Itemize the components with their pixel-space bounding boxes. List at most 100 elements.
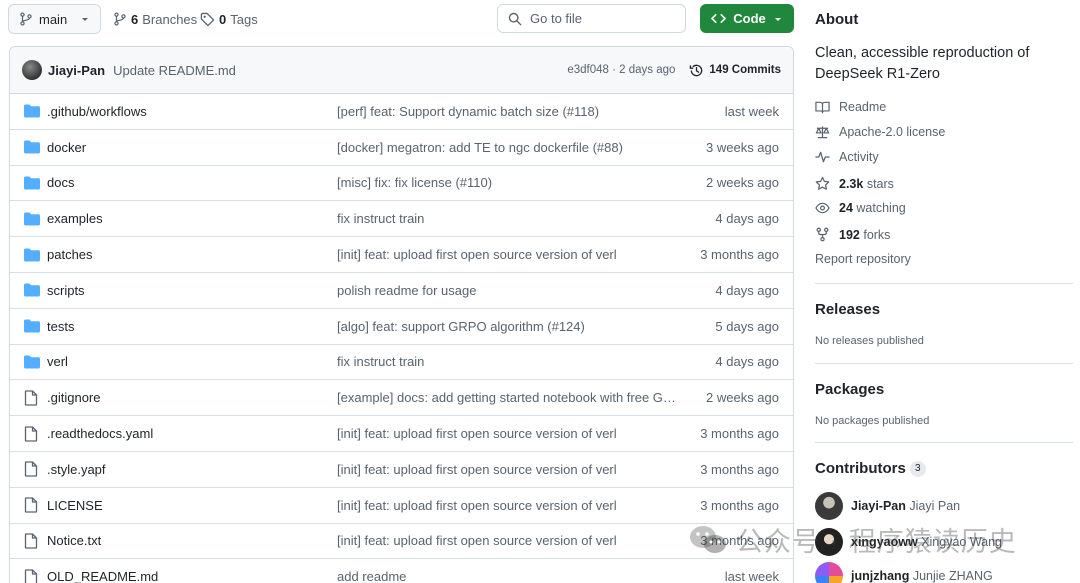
divider: [815, 283, 1073, 284]
file-commit-message-link[interactable]: [init] feat: upload first open source ve…: [337, 426, 677, 441]
stars-link[interactable]: 2.3k stars: [815, 176, 894, 191]
releases-heading[interactable]: Releases: [815, 301, 880, 318]
file-row[interactable]: tests [algo] feat: support GRPO algorithm…: [10, 309, 793, 345]
contributor-item[interactable]: Jiayi-Pan Jiayi Pan: [815, 492, 960, 520]
avatar[interactable]: [22, 60, 42, 80]
file-commit-message-link[interactable]: polish readme for usage: [337, 283, 677, 298]
forks-count: 192: [839, 227, 860, 242]
file-commit-date: 4 days ago: [715, 354, 779, 370]
caret-down-icon: [80, 14, 90, 24]
file-commit-message-link[interactable]: [algo] feat: support GRPO algorithm (#12…: [337, 319, 677, 334]
file-name-link[interactable]: examples: [47, 211, 103, 226]
file-icon: [24, 569, 38, 583]
avatar: [815, 492, 843, 520]
contributor-login: junjzhang: [851, 569, 910, 583]
repo-forked-icon: [815, 227, 830, 242]
file-name-link[interactable]: docs: [47, 175, 74, 190]
file-commit-message-link[interactable]: [init] feat: upload first open source ve…: [337, 498, 677, 513]
file-name-link[interactable]: scripts: [47, 283, 85, 298]
file-icon: [24, 497, 38, 513]
file-commit-message-link[interactable]: [perf] feat: Support dynamic batch size …: [337, 104, 677, 119]
file-commit-date: 3 months ago: [700, 497, 779, 513]
file-icon: [24, 390, 38, 406]
file-name-link[interactable]: .readthedocs.yaml: [47, 426, 153, 441]
forks-link[interactable]: 192 forks: [815, 227, 890, 242]
file-commit-message-link[interactable]: add readme: [337, 569, 677, 583]
file-row[interactable]: .github/workflows [perf] feat: Support dy…: [10, 94, 793, 130]
file-name-link[interactable]: patches: [47, 247, 93, 262]
file-name-link[interactable]: OLD_README.md: [47, 569, 158, 583]
folder-icon: [24, 176, 40, 190]
commit-sha-age[interactable]: e3df048 · 2 days ago: [567, 64, 675, 76]
file-commit-message-link[interactable]: [init] feat: upload first open source ve…: [337, 247, 677, 262]
avatar: [815, 528, 843, 556]
file-name-link[interactable]: tests: [47, 319, 74, 334]
about-heading: About: [815, 11, 859, 28]
file-row[interactable]: verl fix instruct train 4 days ago: [10, 345, 793, 381]
branches-link[interactable]: 6 Branches: [113, 4, 197, 34]
contributor-item[interactable]: junjzhang Junjie ZHANG: [815, 562, 993, 583]
file-name-link[interactable]: docker: [47, 140, 86, 155]
branch-select-button[interactable]: main: [8, 4, 101, 34]
folder-icon: [24, 283, 40, 297]
file-name-link[interactable]: .gitignore: [47, 390, 100, 405]
pulse-icon: [815, 150, 830, 164]
file-row[interactable]: LICENSE [init] feat: upload first open so…: [10, 488, 793, 524]
tags-count: 0: [219, 11, 227, 27]
file-commit-message-link[interactable]: [example] docs: add getting started note…: [337, 390, 677, 405]
file-commit-date: 4 days ago: [715, 282, 779, 298]
file-name-link[interactable]: verl: [47, 354, 68, 369]
report-repository-link[interactable]: Report repository: [815, 252, 911, 266]
star-icon: [815, 176, 830, 191]
repo-sidebar: About Clean, accessible reproduction of …: [815, 0, 1075, 583]
file-commit-message-link[interactable]: fix instruct train: [337, 354, 677, 369]
file-commit-date: last week: [724, 103, 779, 119]
watching-link[interactable]: 24 watching: [815, 201, 906, 215]
law-scale-icon: [815, 125, 830, 139]
branches-count: 6: [131, 11, 139, 27]
divider: [815, 363, 1073, 364]
file-row[interactable]: scripts polish readme for usage 4 days ago: [10, 273, 793, 309]
contributors-count-badge: 3: [909, 460, 926, 477]
commits-history-link[interactable]: 149 Commits: [689, 63, 781, 78]
file-row[interactable]: Notice.txt [init] feat: upload first open…: [10, 524, 793, 560]
file-row[interactable]: OLD_README.md add readme last week: [10, 559, 793, 583]
file-name-link[interactable]: Notice.txt: [47, 533, 101, 548]
file-name-link[interactable]: LICENSE: [47, 498, 103, 513]
file-name-link[interactable]: .style.yapf: [47, 462, 106, 477]
file-name-link[interactable]: .github/workflows: [47, 104, 147, 119]
report-repository-label: Report repository: [815, 252, 911, 266]
avatar: [815, 562, 843, 583]
file-commit-message-link[interactable]: [init] feat: upload first open source ve…: [337, 462, 677, 477]
file-row[interactable]: docker [docker] megatron: add TE to ngc d…: [10, 130, 793, 166]
tags-link[interactable]: 0 Tags: [200, 4, 258, 34]
releases-empty-text: No releases published: [815, 335, 924, 347]
file-row[interactable]: examples fix instruct train 4 days ago: [10, 201, 793, 238]
file-row[interactable]: patches [init] feat: upload first open so…: [10, 237, 793, 273]
license-label: Apache-2.0 license: [839, 125, 946, 139]
file-commit-date: 5 days ago: [715, 318, 779, 334]
license-link[interactable]: Apache-2.0 license: [815, 125, 945, 139]
file-commit-message-link[interactable]: [misc] fix: fix license (#110): [337, 175, 677, 190]
file-row[interactable]: .gitignore [example] docs: add getting st…: [10, 380, 793, 417]
file-row[interactable]: .style.yapf [init] feat: upload first ope…: [10, 452, 793, 488]
branch-name: main: [39, 11, 68, 27]
go-to-file-input[interactable]: Go to file: [497, 4, 686, 33]
code-button[interactable]: Code: [700, 4, 794, 33]
folder-icon: [24, 212, 40, 226]
file-commit-message-link[interactable]: fix instruct train: [337, 211, 677, 226]
file-row[interactable]: docs [misc] fix: fix license (#110) 2 week…: [10, 166, 793, 202]
file-row[interactable]: .readthedocs.yaml [init] feat: upload fir…: [10, 416, 793, 452]
packages-heading[interactable]: Packages: [815, 381, 884, 398]
commit-message-link[interactable]: Update README.md: [113, 63, 236, 78]
caret-down-icon: [773, 14, 783, 24]
commit-author-link[interactable]: Jiayi-Pan: [48, 63, 105, 78]
contributors-heading[interactable]: Contributors 3: [815, 460, 926, 477]
activity-link[interactable]: Activity: [815, 150, 879, 164]
readme-link[interactable]: Readme: [815, 100, 886, 114]
file-commit-date: 3 months ago: [700, 426, 779, 442]
file-commit-message-link[interactable]: [init] feat: upload first open source ve…: [337, 533, 677, 548]
contributor-item[interactable]: xingyaoww Xingyao Wang: [815, 528, 1002, 556]
file-commit-date: 2 weeks ago: [706, 390, 779, 406]
file-commit-message-link[interactable]: [docker] megatron: add TE to ngc dockerf…: [337, 140, 677, 155]
